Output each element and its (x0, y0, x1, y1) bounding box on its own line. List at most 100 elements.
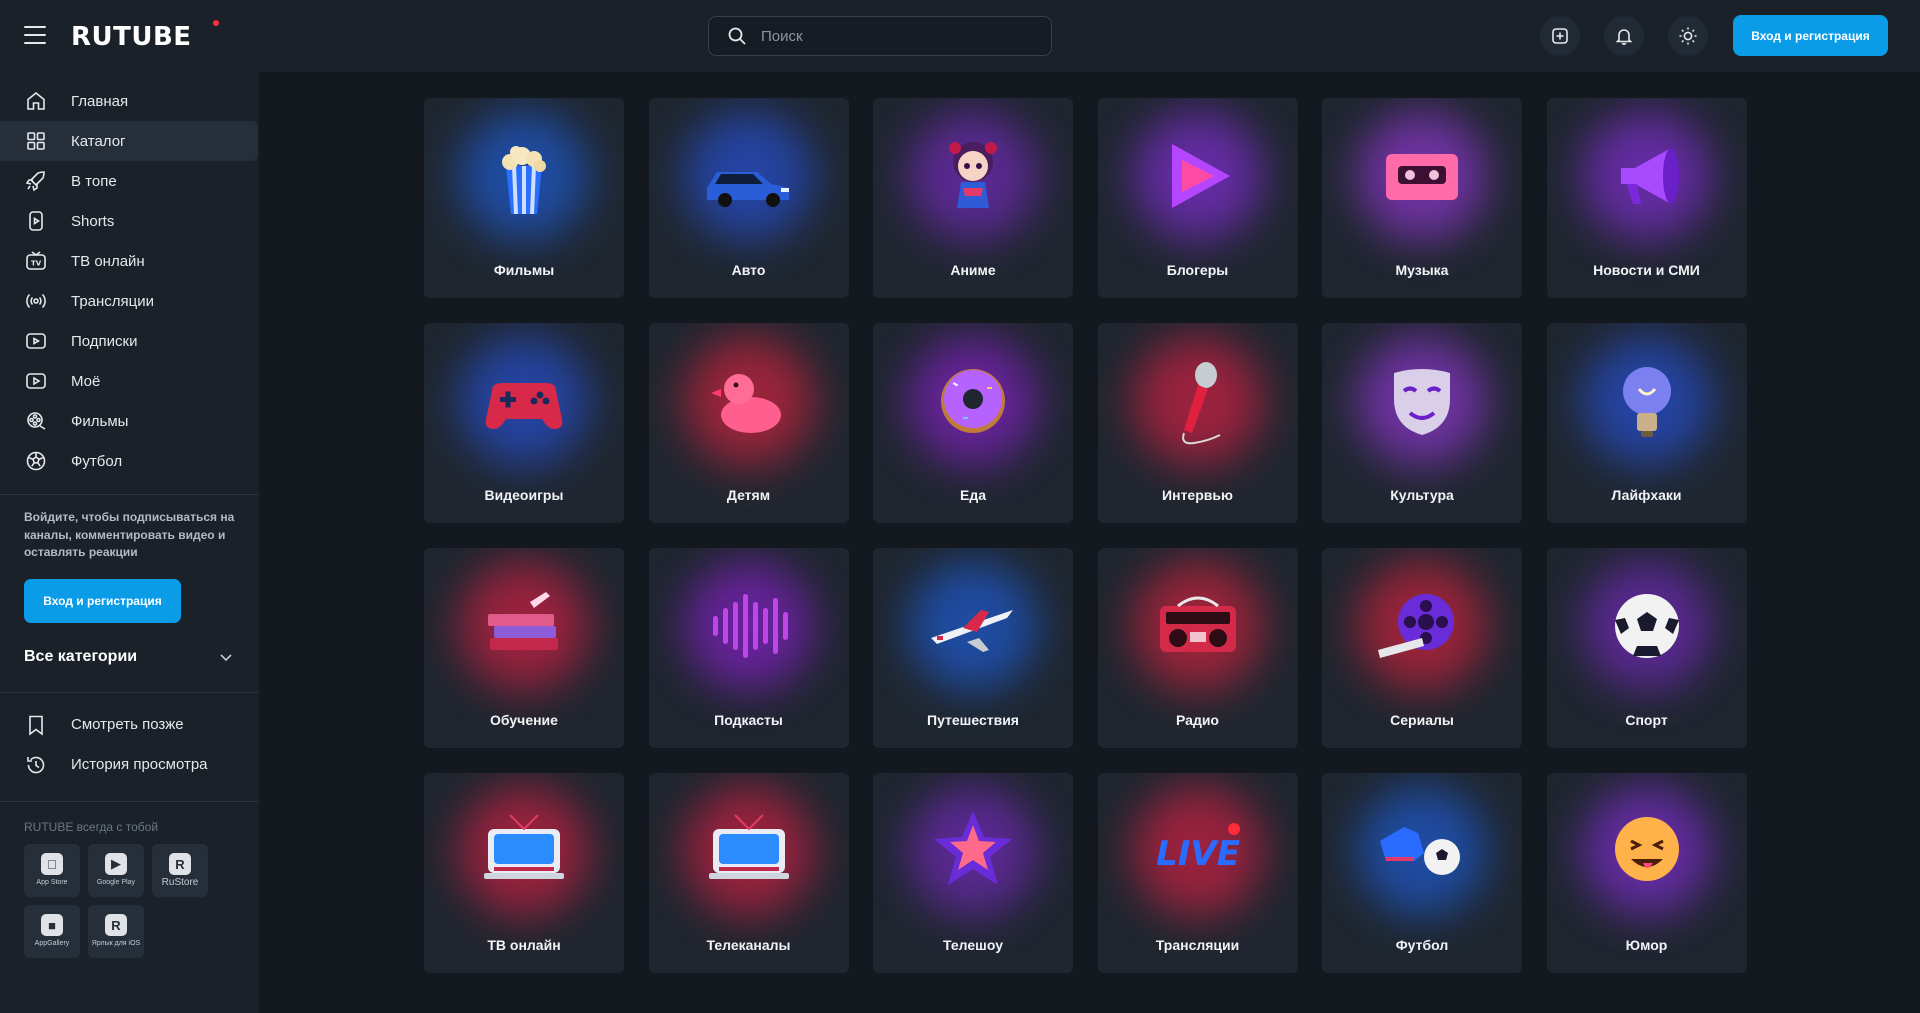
category-card[interactable]: Новости и СМИ (1546, 98, 1747, 298)
sidebar-item-broadcasts[interactable]: Трансляции (0, 281, 259, 321)
lightbulb-icon (1597, 351, 1697, 451)
appgallery-button[interactable]: ■ AppGallery (24, 904, 80, 958)
all-categories-label: Все категории (24, 647, 138, 665)
sidebar-item-label: Каталог (71, 132, 126, 150)
category-card[interactable]: Авто (648, 98, 849, 298)
sidebar-item-catalog[interactable]: Каталог (0, 121, 258, 161)
category-card[interactable]: Спорт (1546, 548, 1747, 748)
sidebar-item-watch-later[interactable]: Смотреть позже (0, 705, 259, 745)
category-card[interactable]: Лайфхаки (1546, 323, 1747, 523)
google-play-button[interactable]: ▶ Google Play (88, 843, 144, 897)
category-label: Новости и СМИ (1593, 262, 1700, 278)
category-card[interactable]: Телеканалы (648, 773, 849, 973)
category-label: Подкасты (714, 712, 783, 728)
category-label: Еда (959, 487, 986, 503)
notifications-button[interactable] (1604, 16, 1644, 56)
ios-shortcut-icon: R (105, 914, 127, 936)
all-categories-toggle[interactable]: Все категории (0, 631, 259, 683)
category-card[interactable]: Фильмы (424, 98, 624, 298)
category-card[interactable]: Аниме (873, 98, 1073, 298)
sidebar-item-label: История просмотра (71, 756, 208, 773)
category-card[interactable]: LIVE Трансляции (1097, 773, 1298, 973)
chevron-down-icon (220, 653, 232, 661)
sidebar-login-button[interactable]: Вход и регистрация (24, 578, 181, 623)
subscriptions-icon (26, 333, 46, 349)
sidebar-item-label: Моё (71, 372, 101, 390)
play-triangle-icon (1148, 126, 1248, 226)
category-label: Интервью (1162, 487, 1233, 503)
anime-girl-icon (923, 126, 1023, 226)
rutube-logo[interactable]: RUTUBE (71, 22, 192, 52)
category-card[interactable]: Сериалы (1322, 548, 1522, 748)
svg-text:LIVE: LIVE (1156, 834, 1240, 874)
cassette-icon (1372, 126, 1472, 226)
category-card[interactable]: Радио (1097, 548, 1298, 748)
category-label: Культура (1390, 487, 1454, 503)
sidebar-item-tv[interactable]: TV ТВ онлайн (0, 241, 259, 281)
category-card[interactable]: Культура (1322, 323, 1522, 523)
my-icon (26, 373, 46, 389)
category-card[interactable]: Детям (648, 323, 849, 523)
app-label: Ярлык для iOS (91, 940, 141, 947)
add-video-icon (1552, 28, 1568, 44)
sidebar-item-films[interactable]: Фильмы (0, 401, 259, 441)
sound-wave-icon (699, 576, 799, 676)
airplane-icon (923, 576, 1023, 676)
menu-burger-icon[interactable] (24, 26, 46, 46)
apps-title: RUTUBE всегда с тобой (24, 819, 159, 834)
category-label: Блогеры (1166, 262, 1229, 278)
sidebar-item-shorts[interactable]: Shorts (0, 201, 259, 241)
boombox-icon (1148, 576, 1248, 676)
category-label: Авто (731, 262, 766, 278)
search-input[interactable] (761, 27, 1021, 45)
gamepad-icon (474, 351, 574, 451)
upload-button[interactable] (1540, 16, 1580, 56)
category-card[interactable]: Путешествия (873, 548, 1073, 748)
tv-set-icon (699, 801, 799, 901)
category-label: Трансляции (1155, 937, 1240, 953)
category-card[interactable]: Подкасты (648, 548, 849, 748)
category-card[interactable]: Интервью (1097, 323, 1298, 523)
microphone-icon (1148, 351, 1248, 451)
category-label: Юмор (1625, 937, 1668, 953)
film-reel-icon (1372, 576, 1472, 676)
boots-ball-icon (1372, 801, 1472, 901)
star-icon (923, 801, 1023, 901)
sidebar-item-history[interactable]: История просмотра (0, 745, 259, 785)
theme-toggle-button[interactable] (1668, 16, 1708, 56)
sidebar-item-label: Футбол (71, 452, 123, 470)
category-card[interactable]: Юмор (1546, 773, 1747, 973)
sidebar-item-label: Главная (71, 92, 129, 110)
category-card[interactable]: Футбол (1322, 773, 1522, 973)
category-label: Сериалы (1390, 712, 1454, 728)
category-label: Радио (1176, 712, 1219, 728)
rustore-button[interactable]: R RuStore (152, 843, 208, 897)
sidebar-item-top[interactable]: В топе (0, 161, 259, 201)
category-card[interactable]: Еда (873, 323, 1073, 523)
sidebar-item-subscriptions[interactable]: Подписки (0, 321, 259, 361)
ios-shortcut-button[interactable]: R Ярлык для iOS (88, 904, 144, 958)
category-label: Путешествия (927, 712, 1019, 728)
category-label: Телешоу (943, 937, 1003, 953)
sidebar-item-my[interactable]: Моё (0, 361, 259, 401)
live-icon: LIVE (1148, 801, 1248, 901)
category-card[interactable]: Телешоу (873, 773, 1073, 973)
sidebar-item-label: Фильмы (71, 412, 129, 430)
search-box[interactable] (708, 16, 1052, 56)
sidebar-item-label: Смотреть позже (71, 716, 184, 733)
sidebar-item-label: ТВ онлайн (71, 252, 145, 270)
app-store-button[interactable]:  App Store (24, 843, 80, 897)
category-card[interactable]: Блогеры (1097, 98, 1298, 298)
app-links:  App Store ▶ Google Play R RuStore ■ Ap… (0, 834, 259, 958)
login-invite-text: Войдите, чтобы подписываться на каналы, … (24, 510, 235, 559)
category-card[interactable]: Видеоигры (424, 323, 624, 523)
category-label: Видеоигры (484, 487, 564, 503)
sidebar-item-football[interactable]: Футбол (0, 441, 259, 481)
sidebar-item-label: Shorts (71, 212, 115, 230)
category-card[interactable]: Обучение (424, 548, 624, 748)
sidebar-item-home[interactable]: Главная (0, 81, 259, 121)
login-button[interactable]: Вход и регистрация (1733, 15, 1888, 56)
category-card[interactable]: ТВ онлайн (424, 773, 624, 973)
search-icon (728, 27, 746, 45)
category-card[interactable]: Музыка (1322, 98, 1522, 298)
